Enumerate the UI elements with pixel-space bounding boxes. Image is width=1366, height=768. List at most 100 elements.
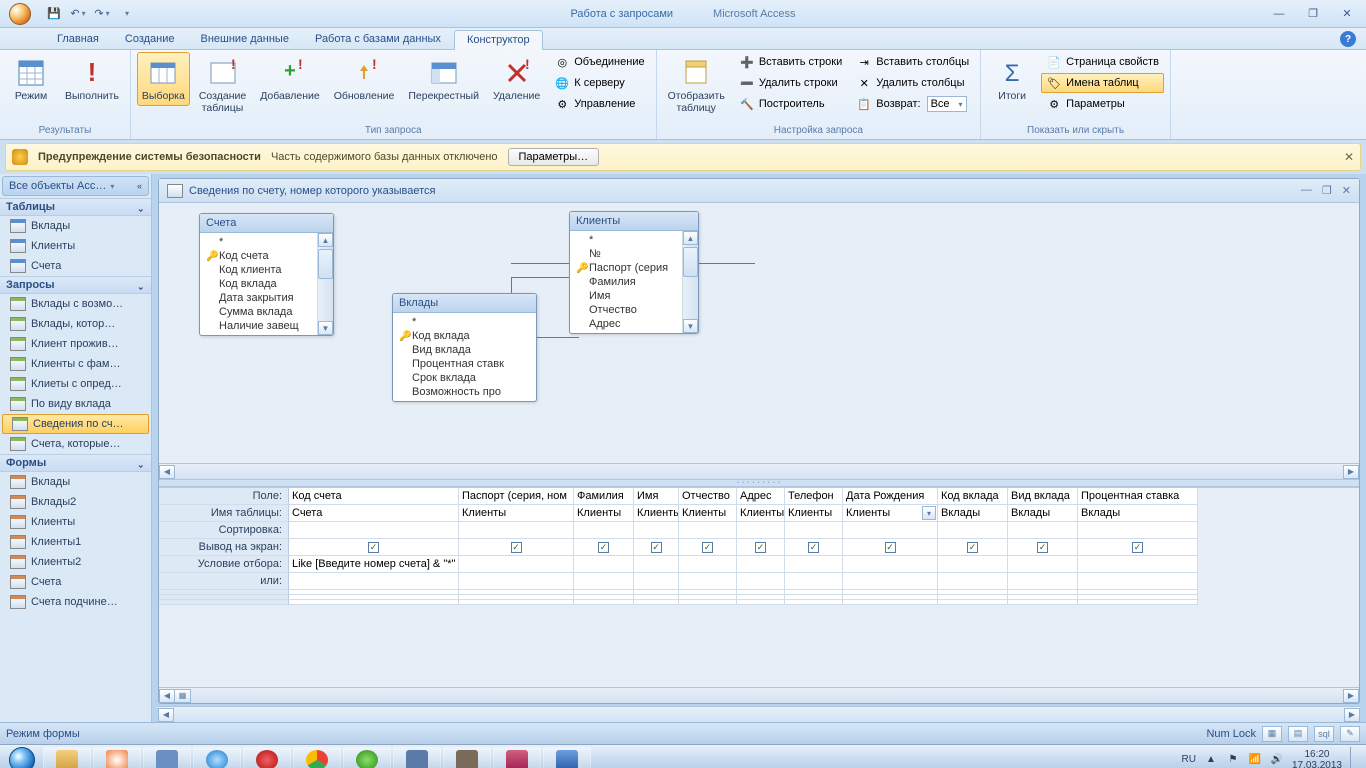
grid-cell[interactable]: ✓ xyxy=(574,539,634,556)
field-row[interactable]: Наличие завещ xyxy=(200,319,317,333)
field-row[interactable]: 🔑Код вклада xyxy=(393,329,536,343)
undo-icon[interactable]: ↶▾ xyxy=(68,4,88,24)
field-row[interactable]: Имя xyxy=(570,289,682,303)
passthrough-button[interactable]: 🌐К серверу xyxy=(549,73,649,93)
task-word[interactable] xyxy=(543,747,591,768)
grid-cell[interactable] xyxy=(737,600,785,605)
tray-flag-icon[interactable]: ⚑ xyxy=(1226,753,1240,767)
grid-cell[interactable] xyxy=(785,522,843,539)
grid-cell[interactable] xyxy=(843,556,938,573)
select-query-button[interactable]: Выборка xyxy=(137,52,190,106)
ddl-button[interactable]: ⚙Управление xyxy=(549,94,649,114)
task-wmp[interactable] xyxy=(93,747,141,768)
field-row[interactable]: Процентная ставк xyxy=(393,357,536,371)
grid-cell[interactable] xyxy=(1078,573,1198,590)
checkbox[interactable]: ✓ xyxy=(755,542,766,553)
task-vbox[interactable] xyxy=(393,747,441,768)
grid-cell[interactable] xyxy=(634,522,679,539)
delete-query-button[interactable]: ! Удаление xyxy=(488,52,545,106)
nav-item[interactable]: По виду вклада xyxy=(0,394,151,414)
nav-item[interactable]: Клиенты xyxy=(0,236,151,256)
grid-cell[interactable] xyxy=(938,573,1008,590)
nav-item[interactable]: Клиеты с опред… xyxy=(0,374,151,394)
start-button[interactable] xyxy=(2,746,42,768)
field-row[interactable]: * xyxy=(200,235,317,249)
task-app1[interactable] xyxy=(343,747,391,768)
update-query-button[interactable]: ! Обновление xyxy=(329,52,400,106)
nav-group-tables[interactable]: Таблицы⌃ xyxy=(0,198,151,216)
grid-cell[interactable]: ✓ xyxy=(938,539,1008,556)
grid-cell[interactable] xyxy=(843,573,938,590)
nav-item[interactable]: Вклады, котор… xyxy=(0,314,151,334)
grid-cell[interactable] xyxy=(1078,556,1198,573)
grid-cell[interactable] xyxy=(459,600,574,605)
delete-cols-button[interactable]: ✕Удалить столбцы xyxy=(851,73,974,93)
grid-cell[interactable]: Счета xyxy=(289,505,459,522)
grid-cell[interactable]: Телефон xyxy=(785,488,843,505)
splitter[interactable]: • • • • • • • • • xyxy=(159,479,1359,487)
grid-cell[interactable] xyxy=(938,522,1008,539)
save-icon[interactable]: 💾 xyxy=(44,4,64,24)
grid-cell[interactable] xyxy=(1008,573,1078,590)
view-design[interactable]: ▦ xyxy=(1262,726,1282,742)
tab-external[interactable]: Внешние данные xyxy=(188,29,302,49)
help-icon[interactable]: ? xyxy=(1340,31,1356,47)
task-ie[interactable] xyxy=(193,747,241,768)
grid-cell[interactable]: Клиенты xyxy=(574,505,634,522)
nav-item[interactable]: Клиент прожив… xyxy=(0,334,151,354)
grid-cell[interactable]: Паспорт (серия, ном xyxy=(459,488,574,505)
nav-item[interactable]: Вклады xyxy=(0,216,151,236)
table-deposits[interactable]: Вклады *🔑Код вкладаВид вкладаПроцентная … xyxy=(392,293,537,402)
grid-cell[interactable]: Дата Рождения xyxy=(843,488,938,505)
grid-cell[interactable]: Имя xyxy=(634,488,679,505)
restore-button[interactable]: ❐ xyxy=(1300,6,1326,22)
grid-cell[interactable]: Вклады xyxy=(1078,505,1198,522)
propsheet-button[interactable]: 📄Страница свойств xyxy=(1041,52,1164,72)
field-row[interactable]: Вид вклада xyxy=(393,343,536,357)
tray-chevron-icon[interactable]: ▲ xyxy=(1204,753,1218,767)
union-button[interactable]: ◎Объединение xyxy=(549,52,649,72)
grid-cell[interactable] xyxy=(938,556,1008,573)
nav-item[interactable]: Клиенты2 xyxy=(0,552,151,572)
grid-cell[interactable] xyxy=(1008,556,1078,573)
checkbox[interactable]: ✓ xyxy=(511,542,522,553)
task-opera[interactable] xyxy=(243,747,291,768)
field-row[interactable]: № xyxy=(570,247,682,261)
tab-dbtools[interactable]: Работа с базами данных xyxy=(302,29,454,49)
grid-cell[interactable] xyxy=(679,522,737,539)
grid-cell[interactable] xyxy=(634,600,679,605)
tray-volume-icon[interactable]: 🔊 xyxy=(1270,753,1284,767)
checkbox[interactable]: ✓ xyxy=(651,542,662,553)
grid-cell[interactable] xyxy=(574,573,634,590)
view-sql[interactable]: sql xyxy=(1314,726,1334,742)
field-row[interactable]: Сумма вклада xyxy=(200,305,317,319)
grid-cell[interactable] xyxy=(289,573,459,590)
checkbox[interactable]: ✓ xyxy=(598,542,609,553)
showtable-button[interactable]: Отобразить таблицу xyxy=(663,52,730,117)
field-row[interactable]: Фамилия xyxy=(570,275,682,289)
grid-cell[interactable] xyxy=(574,600,634,605)
task-access[interactable] xyxy=(493,747,541,768)
grid-cell[interactable] xyxy=(843,600,938,605)
field-row[interactable]: Возможность про xyxy=(393,385,536,399)
security-close-button[interactable]: ✕ xyxy=(1344,150,1354,164)
office-button[interactable] xyxy=(0,0,40,28)
field-row[interactable]: Код вклада xyxy=(200,277,317,291)
grid-cell[interactable]: Клиенты xyxy=(679,505,737,522)
task-people[interactable] xyxy=(143,747,191,768)
grid-cell[interactable] xyxy=(289,522,459,539)
task-explorer[interactable] xyxy=(43,747,91,768)
tab-create[interactable]: Создание xyxy=(112,29,188,49)
grid-cell[interactable] xyxy=(737,573,785,590)
maketable-query-button[interactable]: ! Создание таблицы xyxy=(194,52,251,117)
nav-item[interactable]: Счета xyxy=(0,256,151,276)
tab-home[interactable]: Главная xyxy=(44,29,112,49)
scrollbar[interactable]: ▲▼ xyxy=(682,231,698,333)
tray-network-icon[interactable]: 📶 xyxy=(1248,753,1262,767)
grid-cell[interactable]: Клиенты xyxy=(785,505,843,522)
checkbox[interactable]: ✓ xyxy=(967,542,978,553)
grid-cell[interactable] xyxy=(459,522,574,539)
insert-cols-button[interactable]: ⇥Вставить столбцы xyxy=(851,52,974,72)
insert-rows-button[interactable]: ➕Вставить строки xyxy=(734,52,847,72)
task-chrome[interactable] xyxy=(293,747,341,768)
